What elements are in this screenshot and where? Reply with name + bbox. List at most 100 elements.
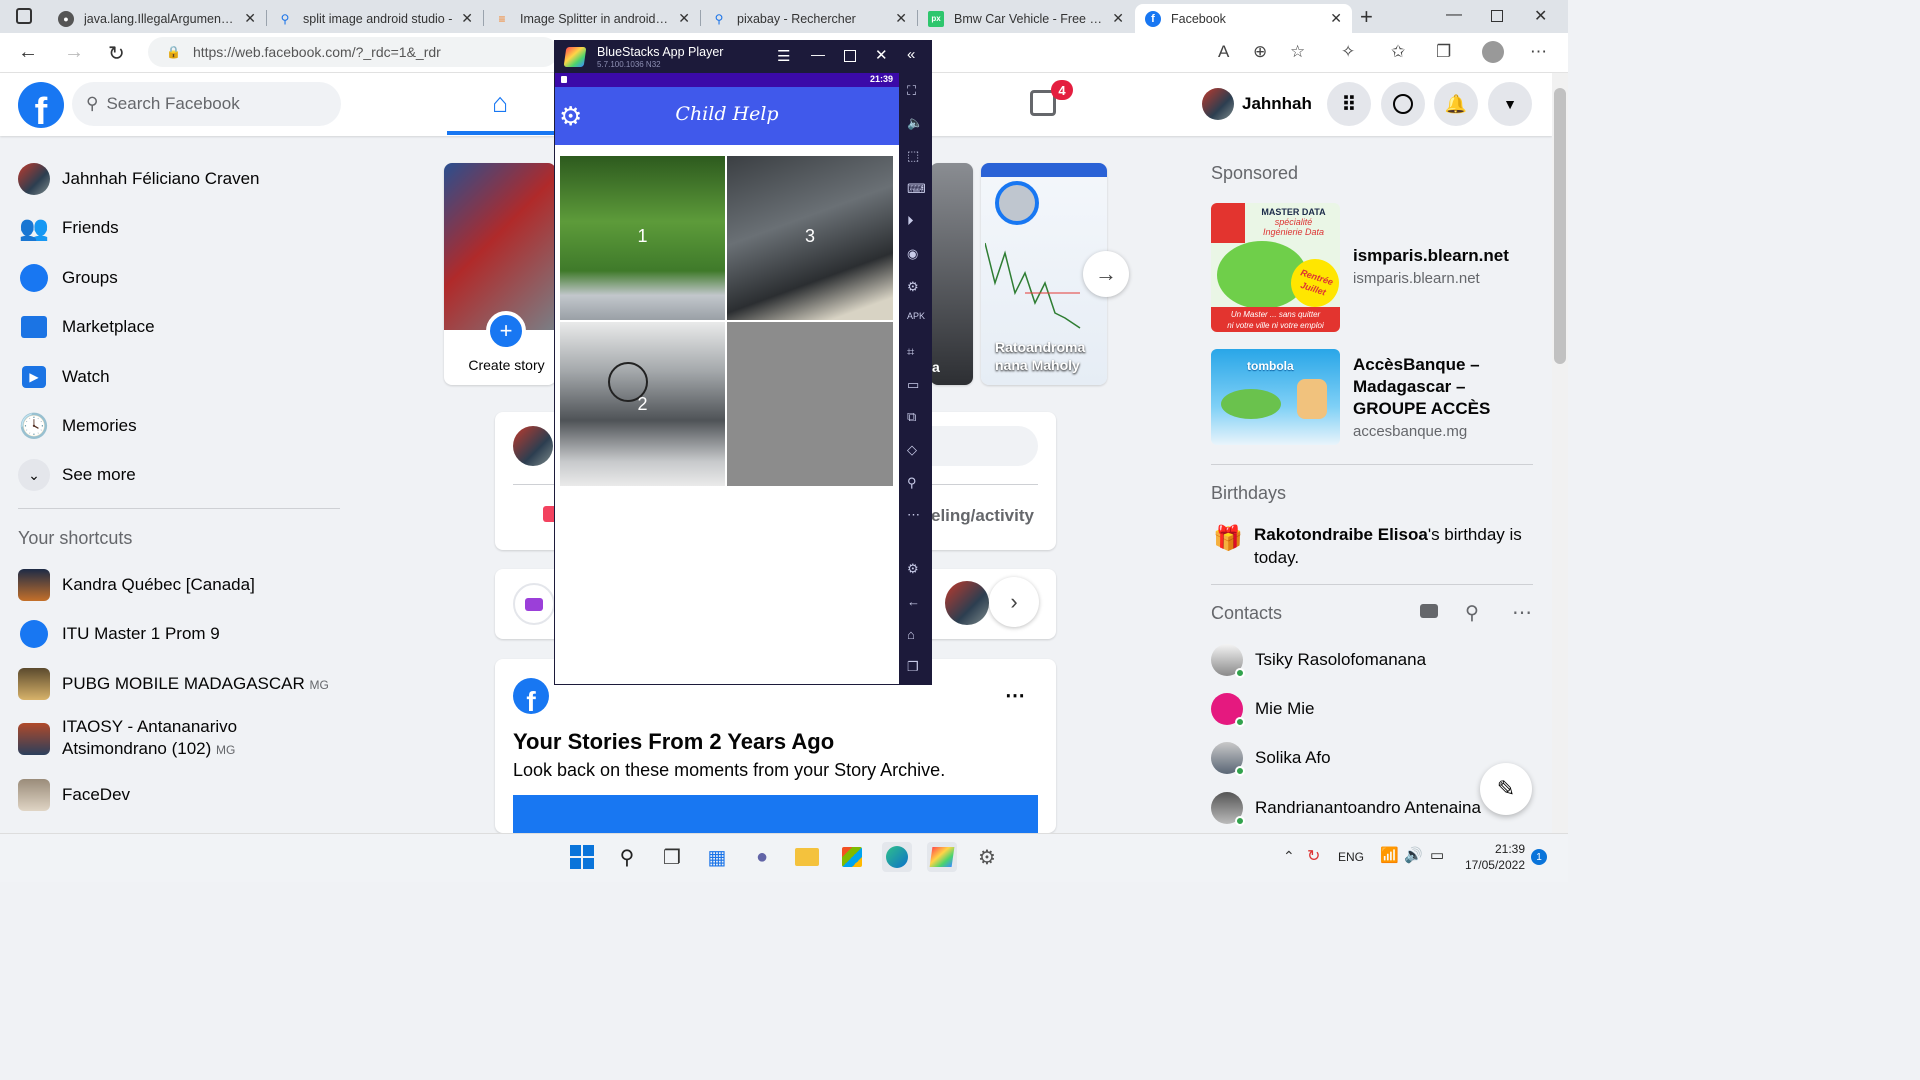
keyboard-icon[interactable]: ⌨	[907, 181, 926, 197]
sync-icon[interactable]: ↻	[1307, 846, 1320, 866]
close-tab-icon[interactable]: ✕	[1330, 10, 1342, 27]
back-icon[interactable]: ←	[907, 594, 920, 609]
image-tile[interactable]: 2	[560, 322, 725, 486]
eco-mode-icon[interactable]: ◇	[907, 442, 917, 458]
windows-start-icon[interactable]	[567, 842, 597, 872]
image-tile[interactable]: 3	[727, 156, 893, 320]
more-icon[interactable]: ⋯	[907, 507, 920, 523]
minimize-icon[interactable]: —	[1446, 6, 1462, 24]
scrollbar-thumb[interactable]	[1554, 88, 1566, 364]
shortcut-item[interactable]: Kandra Québec [Canada]	[18, 569, 255, 601]
favorite-add-icon[interactable]: ☆	[1290, 42, 1305, 62]
sidebar-item-friends[interactable]: 👥 Friends	[18, 212, 119, 244]
shortcut-item[interactable]: ITAOSY - Antananarivo Atsimondrano (102) …	[18, 716, 237, 761]
rooms-next-button[interactable]: ›	[989, 577, 1039, 627]
settings-icon[interactable]: ⚙	[972, 842, 1002, 872]
close-tab-icon[interactable]: ✕	[1112, 10, 1124, 27]
pointer-icon[interactable]: ⬚	[907, 148, 919, 164]
profile-avatar-icon[interactable]	[1482, 41, 1504, 63]
macro-icon[interactable]: ⏵	[907, 213, 914, 229]
record-icon[interactable]: ◉	[907, 246, 918, 262]
more-menu-icon[interactable]: ⋯	[1530, 42, 1547, 62]
close-tab-icon[interactable]: ✕	[895, 10, 907, 27]
fullscreen-icon[interactable]: ⛶	[907, 83, 916, 99]
multi-instance-icon[interactable]: ⧉	[907, 409, 916, 425]
search-icon[interactable]: ⚲	[612, 842, 642, 872]
stories-next-button[interactable]: →	[1083, 251, 1129, 297]
tab-github[interactable]: ● java.lang.IllegalArgumentEx ✕	[48, 4, 266, 33]
notifications-button[interactable]: 🔔	[1434, 82, 1478, 126]
settings-icon[interactable]: ⚙	[907, 561, 919, 577]
sidebar-item-groups[interactable]: Groups	[18, 262, 118, 294]
clock[interactable]: 21:39 17/05/2022	[1459, 841, 1525, 873]
collapse-sidebar-icon[interactable]: «	[907, 46, 915, 63]
file-explorer-icon[interactable]	[792, 842, 822, 872]
contact-item[interactable]: Randrianantoandro Antenaina	[1211, 792, 1481, 826]
read-aloud-icon[interactable]: A	[1218, 42, 1229, 62]
menu-button[interactable]: ⠿	[1327, 82, 1371, 126]
profile-shortcut[interactable]: Jahnhah	[1202, 88, 1312, 120]
shortcut-item[interactable]: FaceDev	[18, 779, 130, 811]
volume-icon[interactable]: 🔈	[907, 115, 923, 131]
folder-icon[interactable]: ▭	[907, 377, 919, 393]
screenshot-icon[interactable]: ⌗	[907, 344, 914, 360]
language-indicator[interactable]: ENG	[1338, 850, 1364, 864]
account-button[interactable]: ▼	[1488, 82, 1532, 126]
collections-icon[interactable]: ❐	[1436, 42, 1451, 62]
new-tab-icon[interactable]: +	[1360, 4, 1373, 30]
sidebar-item-watch[interactable]: ▶ Watch	[18, 361, 110, 393]
widgets-icon[interactable]: ▦	[702, 842, 732, 872]
back-arrow-icon[interactable]: ←	[18, 41, 38, 64]
zoom-icon[interactable]: ⊕	[1253, 42, 1267, 62]
maximize-icon[interactable]	[844, 50, 856, 62]
refresh-icon[interactable]: ↻	[108, 41, 125, 66]
page-scrollbar[interactable]	[1552, 73, 1568, 833]
facebook-logo[interactable]: f	[18, 82, 64, 128]
store-icon[interactable]	[837, 842, 867, 872]
chevron-up-icon[interactable]: ⌃	[1283, 848, 1295, 865]
contact-item[interactable]: Solika Afo	[1211, 742, 1331, 776]
new-room-icon[interactable]	[1420, 604, 1438, 618]
sidebar-item-memories[interactable]: 🕓 Memories	[18, 410, 137, 442]
story-card[interactable]: a	[930, 163, 973, 385]
ad-image[interactable]: MASTER DATA spécialité Ingénierie Data R…	[1211, 203, 1340, 332]
recent-apps-icon[interactable]: ❐	[907, 659, 919, 675]
tab-image-splitter[interactable]: ≡ Image Splitter in android - S ✕	[484, 4, 700, 33]
address-bar[interactable]: 🔒 https://web.facebook.com/?_rdc=1&_rdr	[148, 37, 558, 67]
chat-icon[interactable]: ●	[747, 842, 777, 872]
close-icon[interactable]: ✕	[875, 46, 888, 64]
close-tab-icon[interactable]: ✕	[461, 10, 473, 27]
avatar[interactable]	[945, 581, 989, 625]
sidebar-item-profile[interactable]: Jahnhah Féliciano Craven	[18, 163, 260, 195]
more-options-icon[interactable]: ⋯	[1005, 683, 1025, 708]
forward-arrow-icon[interactable]: →	[64, 41, 84, 64]
birthday-text[interactable]: Rakotondraibe Elisoa's birthday is today…	[1254, 523, 1534, 569]
edge-icon[interactable]	[882, 842, 912, 872]
apk-icon[interactable]: APK	[907, 311, 925, 321]
image-tile-empty[interactable]	[727, 322, 893, 486]
notification-count[interactable]: 1	[1531, 849, 1547, 865]
contact-item[interactable]: Mie Mie	[1211, 693, 1315, 727]
ad-title[interactable]: ismparis.blearn.net	[1353, 246, 1509, 266]
shortcut-item[interactable]: ITU Master 1 Prom 9	[18, 618, 220, 650]
robot-icon[interactable]: ⚙	[907, 279, 919, 295]
close-tab-icon[interactable]: ✕	[244, 10, 256, 27]
battery-icon[interactable]: ▭	[1430, 846, 1444, 864]
sidebar-item-marketplace[interactable]: Marketplace	[18, 311, 155, 343]
create-room-button[interactable]	[513, 583, 555, 625]
tab-actions-icon[interactable]	[16, 8, 32, 24]
extensions-icon[interactable]: ✧	[1341, 42, 1355, 62]
location-icon[interactable]: ⚲	[907, 475, 917, 491]
task-view-icon[interactable]: ❐	[657, 842, 687, 872]
tab-facebook[interactable]: f Facebook ✕	[1135, 4, 1352, 33]
shortcut-item[interactable]: PUBG MOBILE MADAGASCAR MG	[18, 668, 329, 700]
new-message-button[interactable]: ✎	[1480, 763, 1532, 815]
ad-image[interactable]: tombola	[1211, 349, 1340, 445]
sidebar-item-see-more[interactable]: ⌄ See more	[18, 459, 136, 491]
create-story-card[interactable]: + Create story	[444, 163, 556, 385]
tab-bmw-car[interactable]: px Bmw Car Vehicle - Free pho ✕	[918, 4, 1134, 33]
messenger-button[interactable]	[1381, 82, 1425, 126]
favorites-icon[interactable]: ✩	[1391, 42, 1405, 62]
image-tile[interactable]: 1	[560, 156, 725, 320]
close-tab-icon[interactable]: ✕	[678, 10, 690, 27]
